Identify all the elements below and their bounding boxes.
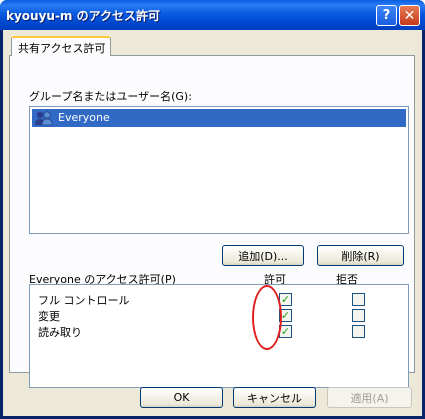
close-button[interactable]: ✕ (399, 5, 420, 26)
permission-row-change: 変更 ✓ (30, 307, 408, 323)
deny-checkbox[interactable] (352, 325, 365, 338)
list-item-everyone[interactable]: Everyone (32, 109, 406, 127)
permission-row-full-control: フル コントロール ✓ (30, 291, 408, 307)
groups-label: グループ名またはユーザー名(G): (29, 90, 192, 103)
groups-list[interactable]: Everyone (29, 106, 409, 234)
permissions-list: フル コントロール ✓ 変更 ✓ 読み取り ✓ (29, 284, 409, 388)
window-title: kyouyu-m のアクセス許可 (6, 9, 161, 23)
cancel-button[interactable]: キャンセル (233, 387, 316, 408)
apply-button[interactable]: 適用(A) (327, 387, 412, 408)
group-name: Everyone (58, 111, 110, 124)
deny-checkbox[interactable] (352, 293, 365, 306)
title-bar[interactable]: kyouyu-m のアクセス許可 ? ✕ (0, 0, 425, 30)
help-button[interactable]: ? (376, 5, 397, 26)
tab-label: 共有アクセス許可 (18, 42, 106, 55)
tab-panel: グループ名またはユーザー名(G): Everyone 追加(D)... 削除(R… (9, 55, 415, 388)
remove-button[interactable]: 削除(R) (317, 245, 404, 266)
users-group-icon (34, 110, 54, 126)
permissions-dialog: kyouyu-m のアクセス許可 ? ✕ 共有アクセス許可 グループ名またはユー… (0, 0, 425, 419)
allow-checkbox[interactable]: ✓ (279, 293, 292, 306)
ok-button[interactable]: OK (140, 387, 223, 408)
dialog-body: 共有アクセス許可 グループ名またはユーザー名(G): Everyone 追加(D… (3, 30, 422, 416)
permission-name: 読み取り (38, 326, 82, 339)
annotation-circle (252, 285, 282, 350)
permission-name: 変更 (38, 310, 60, 323)
close-icon: ✕ (403, 7, 416, 24)
deny-checkbox[interactable] (352, 309, 365, 322)
add-button[interactable]: 追加(D)... (222, 245, 304, 266)
permission-row-read: 読み取り ✓ (30, 323, 408, 339)
tab-share-permissions[interactable]: 共有アクセス許可 (11, 36, 111, 56)
help-icon: ? (382, 8, 391, 23)
permission-name: フル コントロール (38, 294, 130, 307)
